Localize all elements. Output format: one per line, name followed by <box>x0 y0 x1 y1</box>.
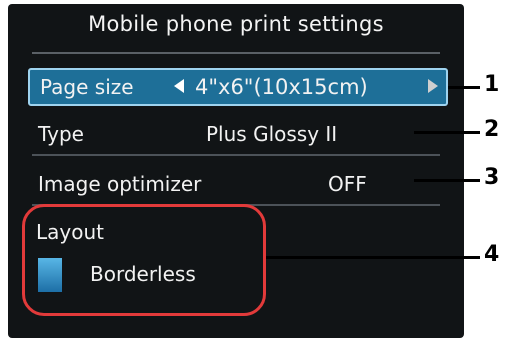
setting-value-type: Plus Glossy II <box>206 122 338 146</box>
right-arrow-icon[interactable] <box>428 79 438 93</box>
callout-number-2: 2 <box>484 117 500 142</box>
title-divider <box>32 52 440 54</box>
row-divider <box>32 154 440 156</box>
layout-highlight-outline <box>22 204 266 316</box>
callout-line-1 <box>448 86 480 89</box>
left-arrow-icon[interactable] <box>174 79 184 93</box>
callout-line-4 <box>266 256 480 259</box>
screen-title: Mobile phone print settings <box>88 12 384 36</box>
setting-row-page-size[interactable]: Page size 4"x6"(10x15cm) <box>28 68 448 106</box>
setting-value-page-size: 4"x6"(10x15cm) <box>195 75 368 99</box>
setting-value-image-optimizer: OFF <box>328 172 367 196</box>
callout-number-4: 4 <box>484 242 500 267</box>
callout-line-3 <box>414 179 480 182</box>
setting-row-image-optimizer[interactable]: Image optimizer OFF <box>28 166 448 202</box>
lcd-screen: Mobile phone print settings Page size 4"… <box>8 4 464 338</box>
setting-label-page-size: Page size <box>40 75 134 99</box>
setting-row-type[interactable]: Type Plus Glossy II <box>28 116 448 152</box>
callout-number-1: 1 <box>484 72 500 97</box>
callout-line-2 <box>414 131 480 134</box>
callout-number-3: 3 <box>484 165 500 190</box>
setting-label-type: Type <box>38 122 84 146</box>
setting-label-image-optimizer: Image optimizer <box>38 172 202 196</box>
